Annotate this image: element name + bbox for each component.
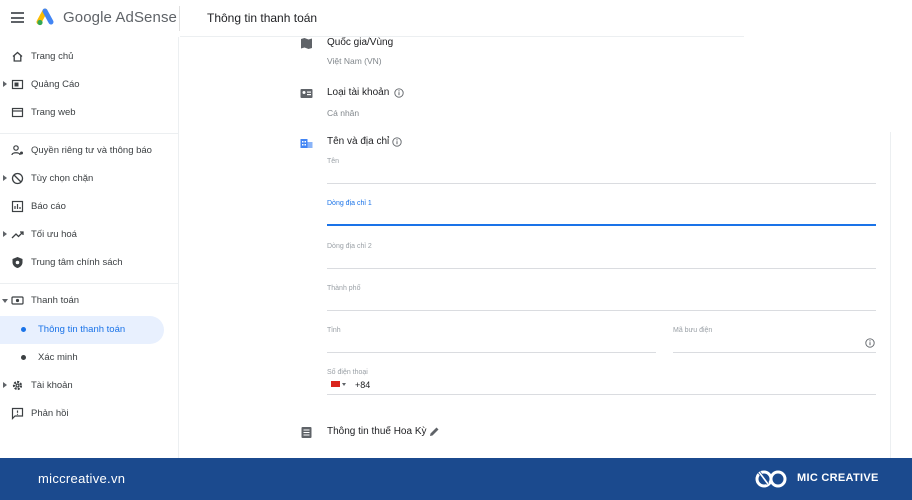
address-line2-label: Dòng địa chỉ 2 [327,243,372,250]
sidebar-divider [0,283,179,284]
gear-icon [12,380,23,391]
sidebar-item-label: Thanh toán [31,295,80,306]
country-title: Quốc gia/Vùng [327,37,394,48]
address-line1-field[interactable]: Dòng địa chỉ 1 [327,196,876,226]
sidebar-item-ads[interactable]: Quảng Cáo [0,71,179,99]
expand-caret-icon[interactable] [3,231,7,237]
optimize-icon [11,231,24,239]
postal-code-field[interactable]: Mã bưu điện [673,323,876,353]
payment-icon [11,296,24,305]
sidebar-item-label: Tùy chọn chặn [31,173,94,184]
field-underline [327,352,656,353]
address-line2-field[interactable]: Dòng địa chỉ 2 [327,239,876,269]
sidebar-item-label: Quảng Cáo [31,79,80,90]
sites-icon [11,107,24,118]
name-address-title: Tên và địa chỉ [327,136,390,147]
tax-info-title: Thông tin thuế Hoa Kỳ [327,426,427,437]
info-icon[interactable] [865,338,875,348]
expand-caret-icon[interactable] [3,382,7,388]
city-field-label: Thành phố [327,285,361,292]
sidebar-item-label: Thông tin thanh toán [38,324,126,335]
vietnam-flag-icon[interactable] [331,381,340,387]
sidebar-divider [0,133,179,134]
footer-brand-name: MIC CREATIVE [797,472,879,484]
mic-creative-logo-icon [755,470,787,488]
field-underline [327,268,876,269]
footer-site-link[interactable]: miccreative.vn [38,471,125,486]
name-field[interactable]: Tên [327,154,876,184]
province-field[interactable]: Tỉnh [327,323,656,353]
country-value: Việt Nam (VN) [327,56,382,66]
sidebar-item-blocking[interactable]: Tùy chọn chặn [0,165,179,193]
sidebar-item-label: Trung tâm chính sách [31,257,123,268]
bullet-dot [21,327,26,332]
home-icon [12,51,23,62]
collapse-caret-icon[interactable] [2,299,8,303]
field-underline [327,310,876,311]
account-type-value: Cá nhân [327,108,360,118]
sidebar-item-label: Tài khoản [31,380,73,391]
feedback-icon [11,407,24,420]
phone-prefix: +84 [355,380,371,390]
footer-banner: miccreative.vn MIC CREATIVE [0,458,912,500]
adsense-logo-icon [36,8,54,26]
field-underline [327,183,876,184]
sidebar-item-label: Phản hồi [31,408,69,419]
sidebar-item-policy-center[interactable]: Trung tâm chính sách [0,249,179,277]
top-app-bar: Google AdSense Thông tin thanh toán [0,0,912,37]
bullet-dot [21,355,26,360]
header-divider [179,6,180,31]
chevron-down-icon[interactable] [342,383,346,386]
name-field-label: Tên [327,158,340,165]
report-icon [11,200,24,213]
field-underline [327,224,876,226]
sidebar: Trang chủ Quảng Cáo Trang web Quyền riên… [0,37,179,458]
address-line1-label: Dòng địa chỉ 1 [327,200,372,207]
document-icon [301,427,312,438]
contact-card-icon [300,89,313,98]
city-field[interactable]: Thành phố [327,281,876,311]
sidebar-item-label: Trang chủ [31,51,74,62]
map-icon [301,38,312,49]
province-field-label: Tỉnh [327,327,341,334]
ads-icon [11,79,24,90]
field-underline [673,352,876,353]
info-icon[interactable] [392,137,402,147]
business-icon [300,139,313,148]
sidebar-item-payment-info[interactable]: Thông tin thanh toán [0,316,164,344]
sidebar-item-reports[interactable]: Báo cáo [0,193,179,221]
sidebar-item-label: Trang web [31,107,76,118]
sidebar-item-payments[interactable]: Thanh toán [0,287,179,315]
sidebar-item-home[interactable]: Trang chủ [0,43,179,71]
info-icon[interactable] [394,88,404,98]
policy-icon [12,257,23,268]
sidebar-item-verification[interactable]: Xác minh [0,344,179,372]
phone-field-label: Số điện thoại [327,369,368,376]
page-title: Thông tin thanh toán [207,11,318,25]
sidebar-item-feedback[interactable]: Phản hồi [0,400,179,428]
app-name: Google AdSense [63,9,177,26]
sidebar-item-label: Báo cáo [31,201,66,212]
card-edge [890,132,891,458]
field-underline [327,394,876,395]
sidebar-item-sites[interactable]: Trang web [0,99,179,127]
expand-caret-icon[interactable] [3,81,7,87]
sidebar-item-label: Xác minh [38,352,78,363]
expand-caret-icon[interactable] [3,175,7,181]
sidebar-item-privacy[interactable]: Quyền riêng tư và thông báo [0,137,179,165]
block-icon [11,172,24,185]
edit-pencil-icon[interactable] [429,426,440,437]
privacy-icon [11,145,23,156]
phone-field[interactable]: Số điện thoại +84 [327,365,876,395]
postal-code-label: Mã bưu điện [673,327,713,334]
sidebar-item-optimize[interactable]: Tối ưu hoá [0,221,179,249]
payment-info-form: Quốc gia/Vùng Việt Nam (VN) Loại tài kho… [180,37,912,458]
account-type-title: Loại tài khoản [327,87,390,98]
sidebar-item-account[interactable]: Tài khoản [0,372,179,400]
sidebar-item-label: Tối ưu hoá [31,229,77,240]
sidebar-item-label: Quyền riêng tư và thông báo [31,145,152,156]
menu-icon[interactable] [11,12,24,23]
